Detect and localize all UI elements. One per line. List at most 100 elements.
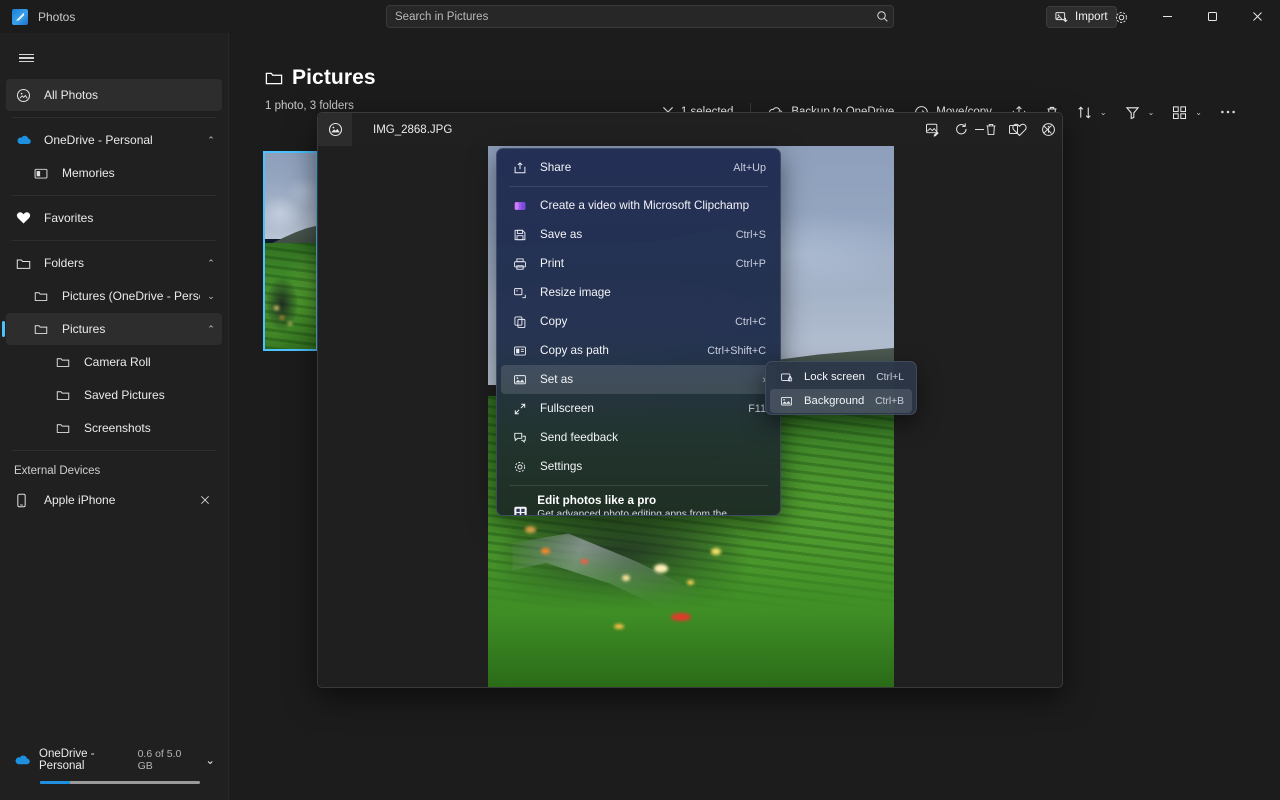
copy-icon <box>513 315 535 329</box>
sidebar: All Photos OneDrive - Personal ⌃ Memorie… <box>0 33 229 800</box>
menu-item-sublabel: Get advanced photo editing apps from the… <box>537 508 728 516</box>
submenu-item-lock-screen[interactable]: Lock screen Ctrl+L <box>770 365 912 389</box>
heart-icon <box>16 211 38 225</box>
external-devices-header: External Devices <box>14 465 101 477</box>
sidebar-item-favorites[interactable]: Favorites <box>6 202 222 234</box>
save-icon <box>513 228 535 242</box>
print-icon <box>513 257 535 271</box>
menu-item-copy[interactable]: Copy Ctrl+C <box>501 307 776 336</box>
chevron-up-icon[interactable]: ⌃ <box>200 135 222 146</box>
menu-item-resize-image[interactable]: Resize image <box>501 278 776 307</box>
menu-item-accelerator: Ctrl+C <box>735 315 766 328</box>
sidebar-item-label: Favorites <box>44 211 94 225</box>
close-button[interactable] <box>1235 0 1280 33</box>
submenu-item-label: Background <box>804 395 865 407</box>
view-options-button[interactable]: ⌄ <box>1164 98 1210 126</box>
sidebar-item-all-photos[interactable]: All Photos <box>6 79 222 111</box>
edit-image-button[interactable] <box>918 113 947 146</box>
onedrive-status-label: OneDrive - Personal <box>39 748 95 772</box>
filter-button[interactable]: ⌄ <box>1117 98 1163 126</box>
menu-item-print[interactable]: Print Ctrl+P <box>501 249 776 278</box>
window-controls <box>1145 0 1280 33</box>
submenu-item-accelerator: Ctrl+B <box>875 395 904 407</box>
close-icon[interactable] <box>200 495 222 505</box>
divider <box>12 117 216 118</box>
sidebar-item-label: All Photos <box>44 88 99 102</box>
menu-item-fullscreen[interactable]: Fullscreen F11 <box>501 394 776 423</box>
onedrive-cloud-icon <box>16 134 38 146</box>
ellipsis-icon <box>1221 110 1235 114</box>
chevron-down-icon[interactable]: ⌄ <box>1195 108 1202 117</box>
sidebar-item-camera-roll[interactable]: Camera Roll <box>6 346 222 378</box>
sidebar-item-label: OneDrive - Personal <box>44 133 153 147</box>
sidebar-item-label: Folders <box>44 256 85 270</box>
menu-item-label: Copy <box>540 315 568 328</box>
sort-icon <box>1078 106 1091 118</box>
menu-item-share[interactable]: Share Alt+Up <box>501 153 776 182</box>
submenu-item-background[interactable]: Background Ctrl+B <box>770 389 912 413</box>
menu-item-accelerator: Ctrl+Shift+C <box>707 344 766 357</box>
menu-item-save-as[interactable]: Save as Ctrl+S <box>501 220 776 249</box>
app-title: Photos <box>38 9 76 24</box>
folder-icon <box>16 257 38 270</box>
minimize-button[interactable] <box>1145 0 1190 33</box>
sort-button[interactable]: ⌄ <box>1069 98 1115 126</box>
sidebar-item-saved-pictures[interactable]: Saved Pictures <box>6 379 222 411</box>
chevron-down-icon[interactable]: ⌄ <box>1148 108 1155 117</box>
viewer-window-controls <box>962 113 1062 146</box>
menu-item-label: Save as <box>540 228 583 241</box>
chevron-up-icon[interactable]: ⌃ <box>200 258 222 269</box>
memories-icon <box>34 167 56 180</box>
chevron-down-icon[interactable]: ⌄ <box>200 291 222 302</box>
menu-item-set-as[interactable]: Set as › <box>501 365 776 394</box>
menu-item-label: Create a video with Microsoft Clipchamp <box>540 199 750 212</box>
maximize-button[interactable] <box>1190 0 1235 33</box>
import-button[interactable]: Import <box>1046 6 1117 28</box>
chevron-down-icon[interactable]: ⌄ <box>1100 108 1107 117</box>
menu-item-label: Settings <box>540 460 583 473</box>
menu-item-settings[interactable]: Settings <box>501 452 776 481</box>
lock-screen-icon <box>780 371 800 384</box>
search-icon[interactable] <box>871 10 893 23</box>
sidebar-item-onedrive-personal[interactable]: OneDrive - Personal ⌃ <box>6 124 222 156</box>
search-box[interactable] <box>386 5 894 28</box>
share-icon <box>513 161 535 175</box>
menu-item-copy-as-path[interactable]: Copy as path Ctrl+Shift+C <box>501 336 776 365</box>
menu-item-accelerator: Alt+Up <box>733 161 766 174</box>
viewer-close-button[interactable] <box>1030 113 1062 146</box>
gear-icon <box>513 460 535 474</box>
see-more-button[interactable] <box>1212 98 1244 126</box>
page-subtitle: 1 photo, 3 folders <box>265 100 354 112</box>
set-as-submenu: Lock screen Ctrl+L Background Ctrl+B <box>765 361 917 415</box>
page-title: Pictures <box>265 66 376 90</box>
viewer-maximize-button[interactable] <box>996 113 1030 146</box>
sidebar-item-memories[interactable]: Memories <box>6 157 222 189</box>
chevron-down-icon[interactable]: ⌄ <box>205 753 215 767</box>
menu-item-send-feedback[interactable]: Send feedback <box>501 423 776 452</box>
sidebar-item-folders[interactable]: Folders ⌃ <box>6 247 222 279</box>
menu-item-edit-photos-like-a-pro[interactable]: Edit photos like a pro Get advanced phot… <box>501 490 776 516</box>
microsoft-store-icon <box>513 505 532 515</box>
menu-item-create-video-clipchamp[interactable]: Create a video with Microsoft Clipchamp <box>501 191 776 220</box>
photos-app-window: Photos Import All Photos <box>0 0 1280 800</box>
menu-item-label: Resize image <box>540 286 611 299</box>
selection-indicator <box>2 321 5 337</box>
sidebar-item-pictures[interactable]: Pictures ⌃ <box>2 313 222 345</box>
search-input[interactable] <box>387 10 871 23</box>
sidebar-item-pictures-onedrive[interactable]: Pictures (OneDrive - Personal) ⌄ <box>6 280 222 312</box>
sidebar-item-label: Screenshots <box>84 421 151 435</box>
chevron-up-icon[interactable]: ⌃ <box>200 324 222 335</box>
menu-item-accelerator: F11 <box>748 402 766 415</box>
sidebar-item-label: Saved Pictures <box>84 388 165 402</box>
sidebar-item-apple-iphone[interactable]: Apple iPhone <box>6 484 222 516</box>
viewer-minimize-button[interactable] <box>962 113 996 146</box>
photo-thumbnail[interactable] <box>263 151 318 351</box>
settings-button[interactable] <box>1110 6 1132 28</box>
menu-item-label: Send feedback <box>540 431 618 444</box>
sidebar-item-screenshots[interactable]: Screenshots <box>6 412 222 444</box>
title-bar: Photos Import <box>0 0 1280 33</box>
hamburger-menu-icon[interactable] <box>8 41 44 75</box>
sidebar-item-label: Pictures (OneDrive - Personal) <box>62 289 200 303</box>
menu-item-label: Edit photos like a pro <box>537 493 657 507</box>
onedrive-status[interactable]: OneDrive - Personal 0.6 of 5.0 GB ⌄ <box>0 736 229 800</box>
